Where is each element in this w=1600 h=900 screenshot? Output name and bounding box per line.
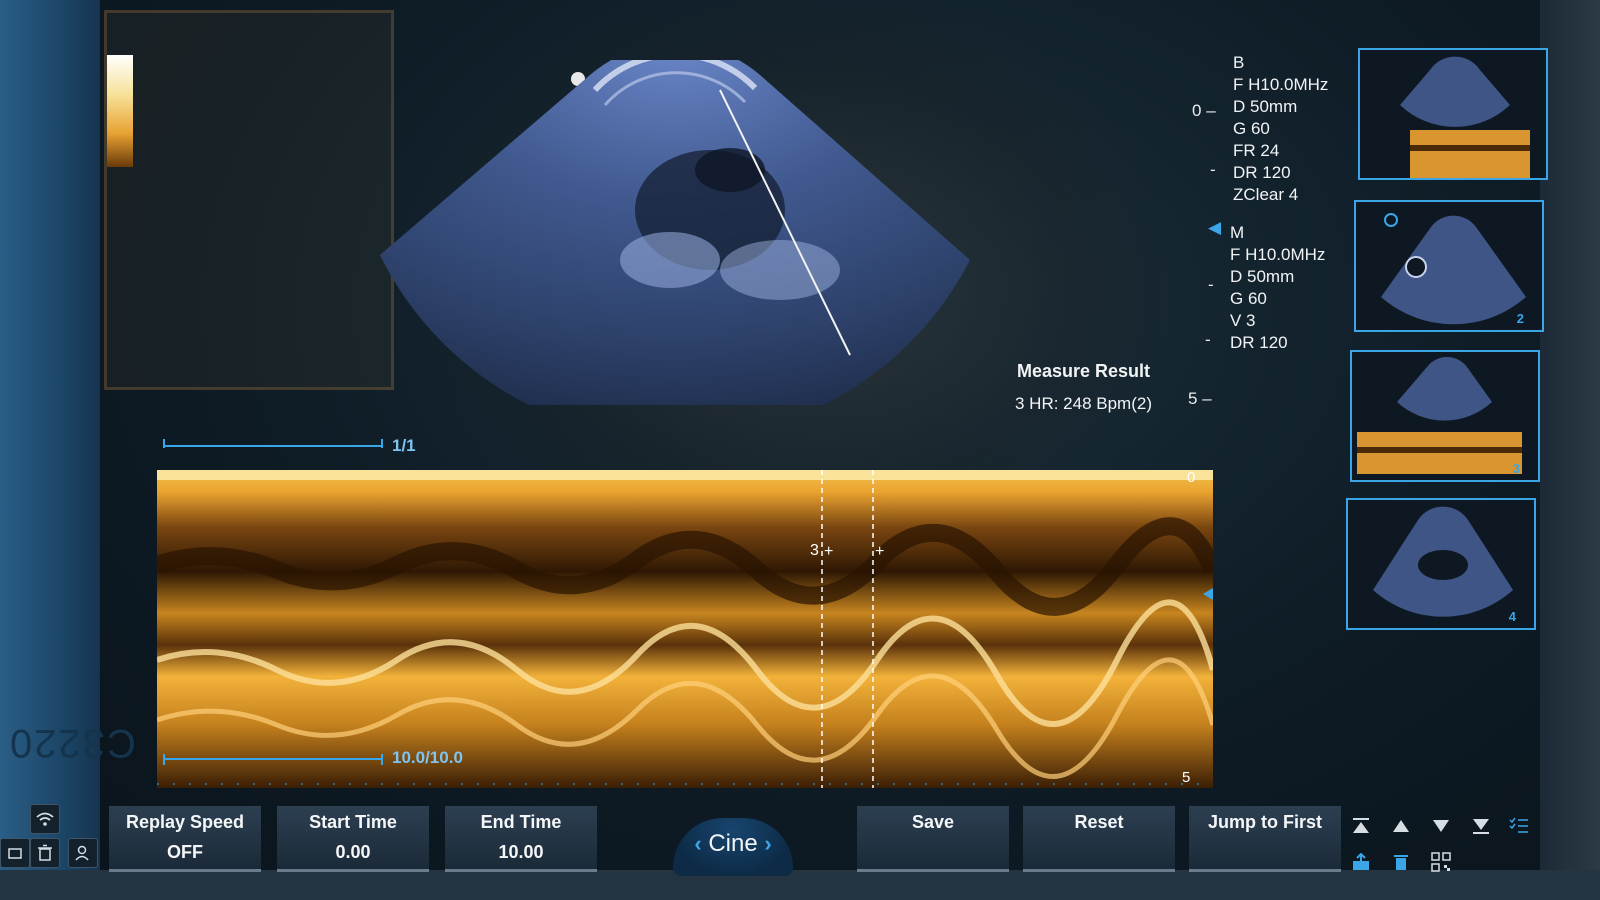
caliper-cursor-label: 3 — [810, 542, 819, 559]
replay-speed-value: OFF — [167, 842, 203, 862]
bmode-depth: D 50mm — [1233, 97, 1298, 116]
export-icon[interactable] — [1345, 846, 1377, 878]
mmode-speed: V 3 — [1230, 311, 1256, 330]
delete-icon[interactable] — [1385, 846, 1417, 878]
mmode-depth-top: 0 — [1187, 470, 1195, 486]
first-page-icon[interactable] — [1345, 810, 1377, 842]
bmode-label: B — [1233, 53, 1245, 72]
mmode-label: M — [1230, 223, 1245, 242]
thumbnail-number: 4 — [1508, 609, 1516, 624]
mmode-dynamic-range: DR 120 — [1230, 333, 1288, 352]
thumbnail-number: 3 — [1512, 461, 1520, 476]
bmode-frequency: F H10.0MHz — [1233, 75, 1329, 94]
measure-result-title: Measure Result — [1017, 361, 1151, 381]
cine-label: Cine — [708, 830, 758, 857]
bmode-gain: G 60 — [1233, 119, 1270, 138]
depth-scale-tick: - — [1208, 275, 1214, 294]
device-label: C3220 — [8, 721, 136, 765]
depth-scale-bottom: 5 – — [1188, 389, 1212, 408]
start-time-label: Start Time — [309, 812, 397, 832]
thumbnail-1[interactable] — [1358, 48, 1548, 180]
background-reflection-frame — [104, 10, 394, 390]
mmode-parameters: M F H10.0MHz D 50mm G 60 V 3 DR 120 — [1230, 222, 1325, 354]
monitor-bezel-left: C3220 — [0, 0, 136, 900]
bmode-image — [380, 60, 970, 405]
cine-scale-bar — [163, 439, 383, 448]
start-time-value: 0.00 — [335, 842, 371, 862]
save-button[interactable]: Save — [857, 806, 1009, 872]
thumbnail-4[interactable]: 4 — [1346, 498, 1536, 630]
mmode-gain: G 60 — [1230, 289, 1267, 308]
end-time-value: 10.00 — [498, 842, 544, 862]
checklist-icon[interactable] — [1503, 810, 1535, 842]
replay-speed-label: Replay Speed — [125, 812, 245, 832]
last-page-icon[interactable] — [1465, 810, 1497, 842]
cine-time-indicator: 10.0/10.0 — [392, 748, 463, 767]
qr-code-icon[interactable] — [1425, 846, 1457, 878]
thumbnail-3[interactable]: 3 — [1350, 350, 1540, 482]
bmode-zclear: ZClear 4 — [1233, 185, 1299, 204]
bmode-dynamic-range: DR 120 — [1233, 163, 1291, 182]
cine-page-indicator: 1/1 — [392, 436, 416, 455]
measure-result-value: 3 HR: 248 Bpm(2) — [1015, 394, 1152, 413]
mmode-depth: D 50mm — [1230, 267, 1295, 286]
page-up-icon[interactable] — [1385, 810, 1417, 842]
focus-marker-icon: ◀ — [1208, 218, 1222, 237]
page-down-icon[interactable] — [1425, 810, 1457, 842]
patient-icon[interactable] — [0, 838, 30, 868]
end-time-label: End Time — [480, 812, 562, 832]
cine-prev-icon[interactable]: ‹ — [694, 831, 701, 857]
end-time-button[interactable]: End Time 10.00 — [445, 806, 597, 872]
mmode-trace[interactable]: 3 + + 0 5 — [157, 470, 1213, 788]
mmode-frequency: F H10.0MHz — [1230, 245, 1326, 264]
cine-time-bar — [163, 754, 383, 765]
user-icon[interactable] — [68, 838, 98, 868]
thumbnail-number: 2 — [1516, 311, 1524, 326]
replay-speed-button[interactable]: Replay Speed OFF — [109, 806, 261, 872]
wifi-icon[interactable] — [30, 804, 60, 834]
monitor-bezel-right — [1540, 0, 1600, 900]
start-time-button[interactable]: Start Time 0.00 — [277, 806, 429, 872]
svg-text:+: + — [824, 543, 833, 560]
depth-scale-top: 0 – — [1192, 101, 1216, 120]
reset-button[interactable]: Reset — [1023, 806, 1175, 872]
jump-to-first-button[interactable]: Jump to First — [1189, 806, 1341, 872]
cine-next-icon[interactable]: › — [764, 831, 771, 857]
depth-scale-tick: - — [1210, 160, 1216, 179]
thumbnail-2[interactable]: 2 — [1354, 200, 1544, 332]
bmode-frame-rate: FR 24 — [1233, 141, 1280, 160]
bmode-parameters: B F H10.0MHz D 50mm G 60 FR 24 DR 120 ZC… — [1233, 52, 1328, 206]
depth-scale-tick: - — [1205, 330, 1211, 349]
gray-scale-bar — [107, 55, 133, 167]
svg-text:+: + — [875, 543, 884, 560]
trash-icon[interactable] — [30, 838, 60, 868]
mmode-depth-bottom: 5 — [1182, 769, 1190, 786]
